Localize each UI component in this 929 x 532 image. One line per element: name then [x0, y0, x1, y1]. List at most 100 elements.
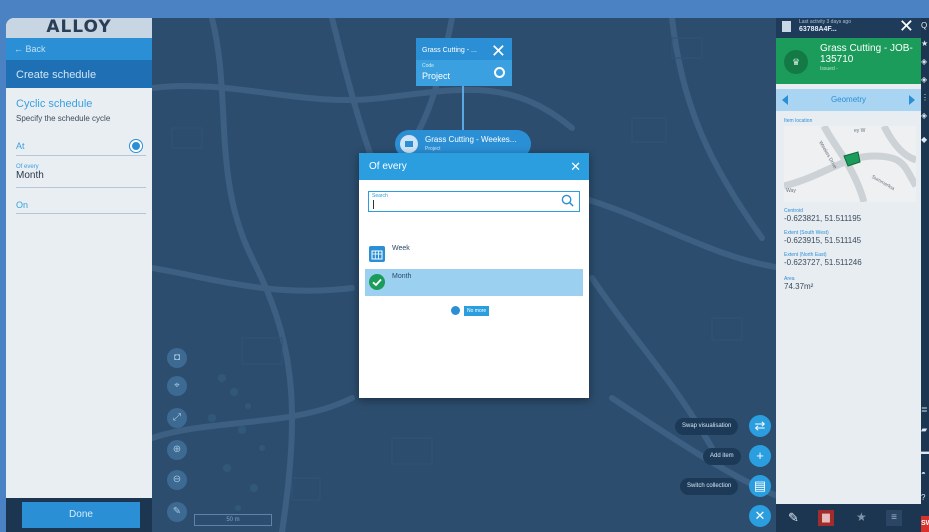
folder-icon[interactable]: ▰ [921, 426, 929, 434]
next-tab-icon[interactable] [909, 95, 915, 105]
extent-ne-field: Extent (North East) -0.623727, 51.511246 [784, 252, 862, 267]
prev-tab-icon[interactable] [782, 95, 788, 105]
locate-tool-icon[interactable]: ⌖ [167, 376, 187, 396]
at-label: At [16, 141, 25, 151]
close-fab-icon[interactable]: ✕ [749, 505, 771, 527]
item-status: Issued - [820, 66, 838, 72]
zoom-out-icon[interactable]: ⊖ [167, 470, 187, 490]
tag-icon[interactable]: ◆ [921, 136, 929, 144]
job-node-title: Grass Cutting - ... [422, 47, 477, 54]
close-icon[interactable]: ✕ [491, 41, 506, 62]
bell-icon[interactable]: ◓ [921, 470, 929, 478]
add-item-label[interactable]: Add item [703, 448, 741, 465]
help-icon[interactable]: ? [921, 494, 929, 502]
camera-tool-icon[interactable]: ◘ [167, 348, 187, 368]
switch-collection-label[interactable]: Switch collection [680, 478, 739, 495]
swap-visualisation-label[interactable]: Swap visualisation [675, 418, 739, 435]
location-map[interactable]: Weekes Drive Summerlea Way ey W [784, 126, 916, 202]
star-icon[interactable]: ★ [856, 510, 872, 526]
no-more-label: No more [464, 306, 490, 316]
panel-header: Create schedule [6, 60, 152, 88]
close-icon[interactable]: ✕ [899, 18, 914, 37]
collection-icon[interactable]: ▤ [749, 475, 771, 497]
job-node[interactable]: Grass Cutting - ... ✕ Code Project [416, 38, 512, 86]
briefcase-icon[interactable]: ▬ [921, 448, 929, 456]
crown-icon: ♛ [784, 50, 808, 74]
option-week[interactable]: Week [365, 241, 583, 267]
radio-icon[interactable] [494, 67, 505, 78]
search-icon[interactable]: Q [921, 22, 929, 30]
robot-icon [451, 306, 460, 315]
geometry-tab[interactable]: Geometry [776, 89, 921, 111]
item-location-label: Item location [784, 118, 813, 124]
option-month[interactable]: Month [365, 269, 583, 296]
dialog-title: Of every [369, 161, 407, 172]
back-label: Back [25, 44, 46, 54]
star-icon[interactable]: ★ [921, 40, 929, 48]
list-icon[interactable]: ≣ [921, 406, 929, 414]
item-title: Grass Cutting - JOB-135710 [820, 43, 913, 65]
tab-label: Geometry [830, 95, 867, 104]
item-id: 63788A4F... [799, 26, 837, 33]
area-field: Area 74.37m² [784, 276, 813, 291]
search-label: Search [372, 193, 388, 199]
layers-icon[interactable]: ◈ [921, 112, 929, 120]
section-subtitle: Specify the schedule cycle [16, 114, 111, 123]
code-value: Project [422, 71, 451, 81]
activity-bar: Last activity 3 days ago 63788A4F... ✕ [776, 18, 921, 38]
item-actions: ✎ ▆ ★ ≡ [776, 504, 921, 532]
extent-ne-value: -0.623727, 51.511246 [784, 258, 862, 267]
check-circle-icon [369, 274, 385, 290]
layers-icon[interactable]: ◈ [921, 76, 929, 84]
location-map-roads [784, 126, 916, 202]
on-field[interactable]: On [16, 196, 146, 214]
panel-footer: Done [6, 498, 152, 532]
menu-icon[interactable]: ≡ [886, 510, 902, 526]
folder-icon [400, 135, 418, 153]
option-label: Month [392, 273, 412, 280]
done-button[interactable]: Done [22, 502, 140, 528]
code-label: Code [422, 63, 434, 69]
at-field[interactable]: At [16, 136, 146, 156]
extent-sw-field: Extent (South West) -0.623915, 51.511145 [784, 230, 861, 245]
map-scale: 50 m [194, 514, 272, 526]
map-label: Way [786, 188, 796, 194]
calendar-icon [369, 246, 385, 262]
option-label: Week [392, 245, 410, 252]
measure-tool-icon[interactable]: ⤢ [167, 408, 187, 428]
of-every-field[interactable]: Of every Month [16, 164, 146, 188]
layers-icon[interactable]: ◈ [921, 58, 929, 66]
swap-icon[interactable]: ⇄ [749, 415, 771, 437]
last-activity: Last activity 3 days ago [799, 19, 851, 25]
search-icon[interactable] [561, 194, 574, 207]
back-button[interactable]: ← Back [6, 38, 152, 60]
edit-icon[interactable]: ✎ [788, 510, 804, 526]
side-rail: Q ★ ◈ ◈ ⋮ ◈ ◆ ≣ ▰ ▬ ◓ ? SW [921, 18, 929, 532]
centroid-value: -0.623821, 51.511195 [784, 214, 862, 223]
extent-sw-value: -0.623915, 51.511145 [784, 236, 862, 245]
map-label: ey W [854, 128, 866, 134]
project-node-title: Grass Cutting - Weekes... [425, 135, 517, 144]
of-every-dialog: Of every ✕ Search Week Month No more [359, 153, 589, 398]
area-value: 74.37m² [784, 282, 814, 291]
tree-icon[interactable]: ⋮ [921, 94, 929, 102]
plus-icon[interactable]: + [749, 445, 771, 467]
schedule-panel: ALLOY ← Back Create schedule Cyclic sche… [6, 18, 152, 532]
text-cursor [373, 200, 374, 209]
radio-icon[interactable] [130, 140, 142, 152]
app-window: ◘ ⌖ ⤢ ⊕ ⊖ ✎ 50 m Swap visualisation ⇄ Ad… [6, 18, 929, 532]
centroid-field: Centroid -0.623821, 51.511195 [784, 208, 861, 223]
document-icon [782, 21, 791, 32]
dialog-header: Of every ✕ [359, 153, 589, 180]
search-input[interactable]: Search [368, 191, 580, 212]
sw-logo: SW [921, 516, 929, 532]
edit-tool-icon[interactable]: ✎ [167, 502, 187, 522]
close-icon[interactable]: ✕ [570, 153, 581, 181]
delete-icon[interactable]: ▆ [818, 510, 834, 526]
of-every-value: Month [16, 170, 44, 181]
job-node-code: Code Project [416, 60, 512, 86]
alloy-logo: ALLOY [6, 18, 152, 38]
section-title: Cyclic schedule [16, 98, 93, 110]
zoom-in-icon[interactable]: ⊕ [167, 440, 187, 460]
item-header: ♛ Grass Cutting - JOB-135710 Issued - [776, 38, 921, 84]
